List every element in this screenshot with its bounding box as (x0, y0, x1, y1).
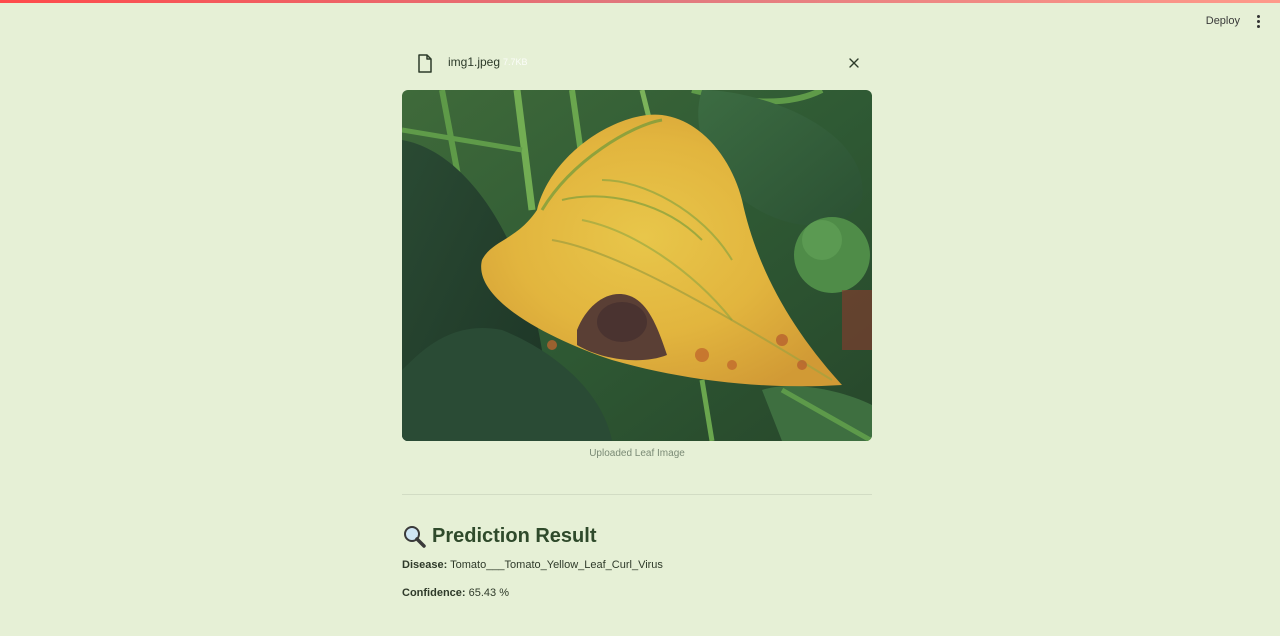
confidence-value: 65.43 % (468, 587, 509, 599)
app-header: Deploy (980, 0, 1280, 44)
prediction-result-heading: Prediction Result (402, 522, 596, 550)
file-size: 7.7KB (503, 57, 528, 67)
result-title: Prediction Result (432, 524, 597, 547)
dot (1256, 24, 1260, 28)
leaf-photo (402, 90, 872, 441)
file-icon (418, 54, 432, 73)
deploy-button[interactable]: Deploy (1204, 13, 1242, 29)
section-divider (402, 494, 872, 495)
remove-file-button[interactable] (846, 55, 862, 71)
magnifier-icon (404, 526, 426, 548)
dot (1256, 14, 1260, 18)
confidence-label: Confidence: (402, 587, 466, 599)
dot (1256, 19, 1260, 23)
close-icon (849, 58, 859, 68)
uploaded-file-row: img1.jpeg 7.7KB (402, 45, 872, 81)
confidence-line: Confidence: 65.43 % (402, 587, 509, 599)
disease-line: Disease: Tomato___Tomato_Yellow_Leaf_Cur… (402, 559, 663, 571)
disease-label: Disease: (402, 559, 448, 571)
image-caption: Uploaded Leaf Image (589, 448, 685, 459)
file-name: img1.jpeg (448, 55, 501, 69)
uploaded-leaf-image (402, 90, 872, 441)
main-menu-button[interactable] (1252, 12, 1264, 30)
disease-value: Tomato___Tomato_Yellow_Leaf_Curl_Virus (450, 559, 663, 571)
